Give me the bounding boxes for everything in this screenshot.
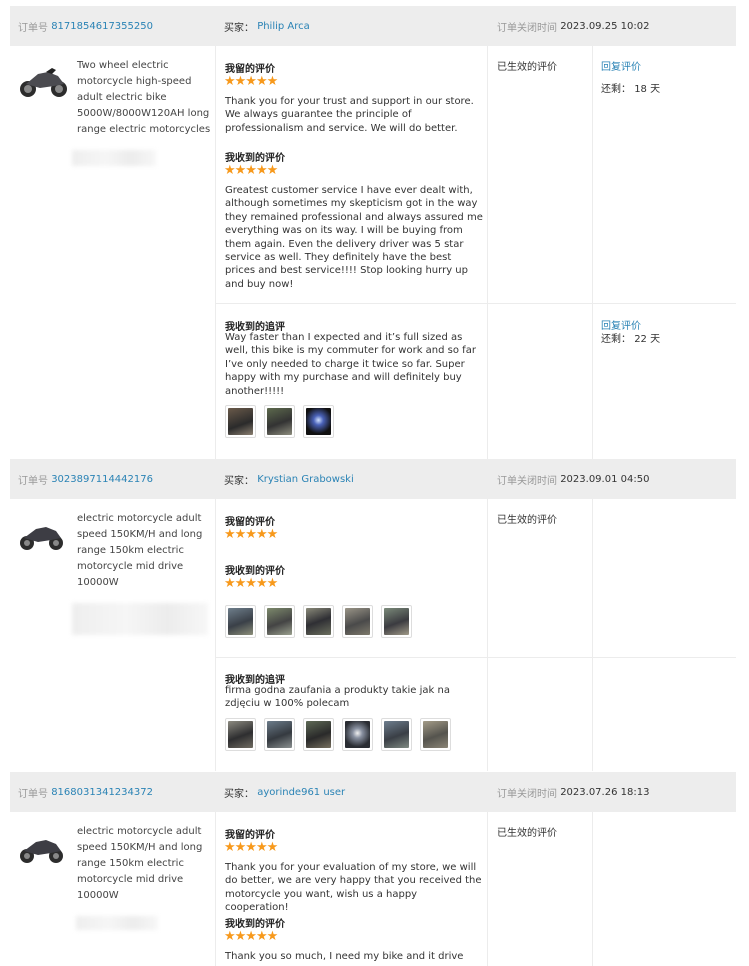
effective-status: 已生效的评价 [497, 62, 557, 73]
review-photo[interactable] [342, 718, 373, 751]
order-header: 订单号 3023897114442176 买家： Krystian Grabow… [10, 459, 736, 499]
closed-time-value: 2023.09.01 04:50 [560, 473, 650, 485]
review-photo[interactable] [264, 405, 295, 438]
received-review-title: 我收到的评价 [225, 919, 285, 930]
review-photo[interactable] [264, 605, 295, 638]
product-image[interactable] [18, 833, 64, 865]
order-number-link[interactable]: 8168031341234372 [51, 787, 153, 798]
order-number: 订单号 8168031341234372 [18, 772, 153, 812]
order-number: 订单号 3023897114442176 [18, 459, 153, 499]
order-header: 订单号 8171854617355250 买家： Philip Arca 订单关… [10, 6, 736, 46]
remaining-label: 还剩： [601, 334, 631, 345]
closed-time-label: 订单关闭时间 [497, 22, 557, 34]
product-image[interactable] [18, 520, 64, 552]
received-rating-stars: ★★★★★ [224, 163, 278, 178]
received-rating-stars: ★★★★★ [224, 929, 278, 944]
followup-photos [225, 405, 334, 438]
closed-time-label: 订单关闭时间 [497, 788, 557, 800]
effective-status: 已生效的评价 [497, 828, 557, 839]
product-image[interactable] [18, 64, 68, 100]
order-number-label: 订单号 [18, 788, 48, 800]
review-photo[interactable] [303, 405, 334, 438]
review-photo[interactable] [381, 605, 412, 638]
buyer-name-link[interactable]: Krystian Grabowski [257, 474, 354, 485]
received-review-text: Thank you so much, I need my bike and it… [225, 951, 464, 962]
closed-time: 订单关闭时间 2023.09.25 10:02 [497, 6, 649, 46]
received-review-title: 我收到的评价 [225, 153, 285, 164]
buyer: 买家： Krystian Grabowski [224, 459, 354, 499]
order-number-link[interactable]: 8171854617355250 [51, 21, 153, 32]
buyer: 买家： Philip Arca [224, 6, 310, 46]
received-review-text: Greatest customer service I have ever de… [225, 185, 483, 290]
price-redacted [72, 150, 156, 166]
closed-time: 订单关闭时间 2023.07.26 18:13 [497, 772, 649, 812]
review-photo[interactable] [225, 605, 256, 638]
order-number-label: 订单号 [18, 22, 48, 34]
received-rating-stars: ★★★★★ [224, 576, 278, 591]
my-review-title: 我留的评价 [225, 517, 275, 528]
buyer-label: 买家： [224, 788, 254, 800]
rating-stars: ★★★★★ [224, 527, 278, 542]
remaining-label: 还剩： [601, 84, 631, 95]
remaining-value: 18 [634, 84, 647, 95]
review-photo[interactable] [225, 718, 256, 751]
order-number-link[interactable]: 3023897114442176 [51, 474, 153, 485]
review-photo[interactable] [264, 718, 295, 751]
rating-stars: ★★★★★ [224, 840, 278, 855]
order-number: 订单号 8171854617355250 [18, 6, 153, 46]
price-redacted [76, 916, 158, 930]
review-photo[interactable] [381, 718, 412, 751]
remaining-days: 还剩： 22 天 [601, 330, 660, 345]
my-review-title: 我留的评价 [225, 64, 275, 75]
my-review-text: Thank you for your trust and support in … [225, 96, 474, 134]
buyer-name-link[interactable]: Philip Arca [257, 21, 310, 32]
buyer: 买家： ayorinde961 user [224, 772, 345, 812]
my-review-text: Thank you for your evaluation of my stor… [225, 862, 482, 914]
order-number-label: 订单号 [18, 475, 48, 487]
product-title[interactable]: Two wheel electric motorcycle high-speed… [77, 58, 212, 138]
buyer-label: 买家： [224, 475, 254, 487]
review-photo[interactable] [303, 718, 334, 751]
closed-time: 订单关闭时间 2023.09.01 04:50 [497, 459, 649, 499]
price-redacted [72, 603, 208, 635]
my-review-title: 我留的评价 [225, 830, 275, 841]
buyer-label: 买家： [224, 22, 254, 34]
review-photos [225, 605, 412, 638]
order-header: 订单号 8168031341234372 买家： ayorinde961 use… [10, 772, 736, 812]
days-label: 天 [650, 334, 661, 345]
closed-time-label: 订单关闭时间 [497, 475, 557, 487]
product-title[interactable]: electric motorcycle adult speed 150KM/H … [77, 511, 212, 591]
days-label: 天 [650, 84, 661, 95]
review-photo[interactable] [420, 718, 451, 751]
review-photo[interactable] [342, 605, 373, 638]
buyer-name-link[interactable]: ayorinde961 user [257, 787, 345, 798]
closed-time-value: 2023.09.25 10:02 [560, 20, 650, 32]
effective-status: 已生效的评价 [497, 515, 557, 526]
review-photo[interactable] [225, 405, 256, 438]
followup-photos [225, 718, 451, 751]
review-photo[interactable] [303, 605, 334, 638]
rating-stars: ★★★★★ [224, 74, 278, 89]
remaining-days: 还剩： 18 天 [601, 80, 660, 95]
followup-text: Way faster than I expected and it’s full… [225, 332, 476, 397]
product-title[interactable]: electric motorcycle adult speed 150KM/H … [77, 824, 212, 904]
received-review-title: 我收到的评价 [225, 566, 285, 577]
reply-review-link[interactable]: 回复评价 [601, 58, 641, 73]
closed-time-value: 2023.07.26 18:13 [560, 786, 650, 798]
remaining-value: 22 [634, 334, 647, 345]
followup-text: firma godna zaufania a produkty takie ja… [225, 685, 450, 710]
